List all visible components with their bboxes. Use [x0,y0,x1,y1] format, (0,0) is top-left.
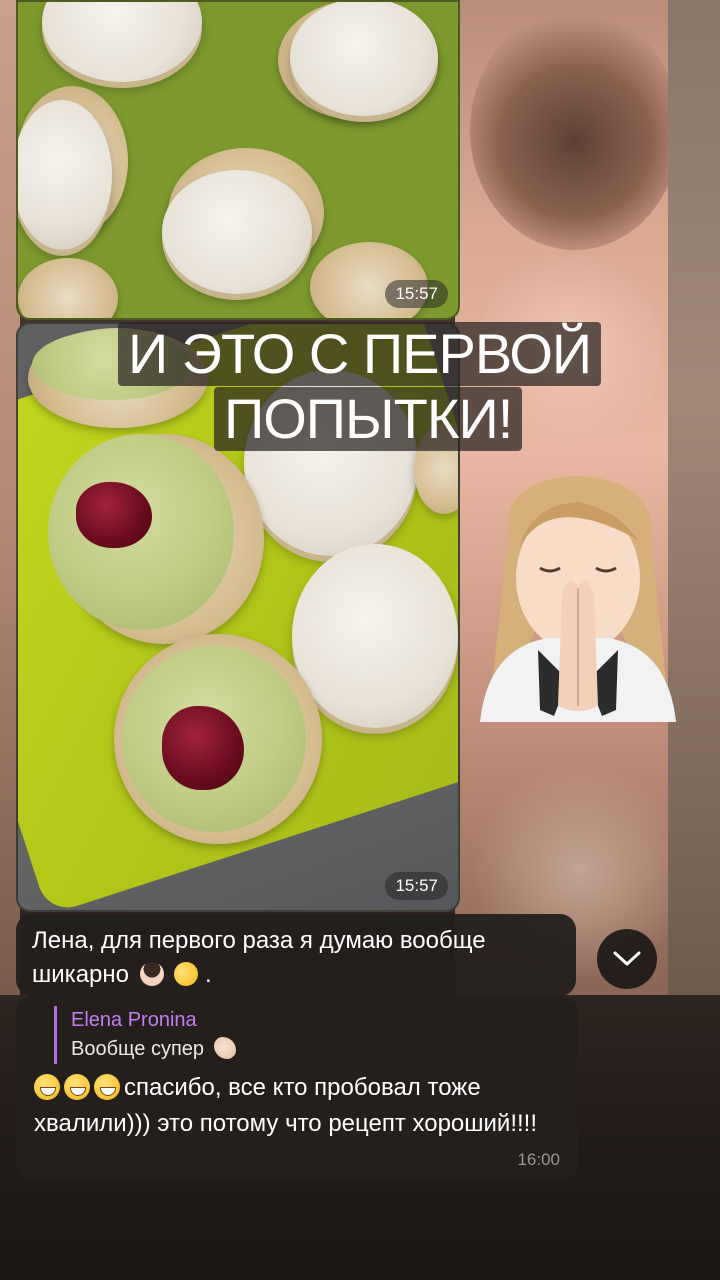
reply-author: Elena Pronina [71,1009,197,1031]
rolling-laughing-emoji [170,958,203,990]
macaron [18,100,112,250]
macaron [290,2,438,116]
macaron [162,170,312,294]
grinning-face-emoji [94,1074,120,1100]
reply-text: Вообще супер [71,1038,205,1060]
macaron [18,258,118,318]
reply-quote[interactable]: Elena Pronina Вообще супер [54,1006,560,1064]
grinning-face-emoji [34,1074,60,1100]
memoji-avatar [480,476,676,722]
message-time: 16:00 [517,1150,560,1169]
macaron [292,544,458,728]
message-bubble[interactable]: Лена, для первого раза я думаю вообще ши… [16,914,576,996]
grinning-face-emoji [64,1074,90,1100]
jam [76,482,152,548]
scroll-down-button[interactable] [597,929,657,989]
message-bubble-reply[interactable]: Elena Pronina Вообще супер спасибо, все … [16,996,578,1180]
clapping-hands-emoji [213,1037,236,1059]
photo-message-1[interactable]: 15:57 [16,0,460,320]
facepalm-woman-emoji [139,962,164,986]
message-time: 15:57 [385,872,448,900]
overlay-title-line-1: И ЭТО С ПЕРВОЙ [118,322,602,386]
message-time: 15:57 [385,280,448,308]
overlay-title-line-2: ПОПЫТКИ! [214,387,523,451]
message-text: Лена, для первого раза я думаю вообще ши… [32,927,486,988]
background-blob [470,10,680,250]
chevron-down-icon [613,951,641,966]
message-text-row: спасибо, все кто пробовал тоже хвалили))… [34,1070,560,1142]
macaron [42,2,202,82]
reply-text-row: Вообще супер [71,1034,560,1064]
message-trailing: . [205,961,212,988]
jam [162,706,244,790]
